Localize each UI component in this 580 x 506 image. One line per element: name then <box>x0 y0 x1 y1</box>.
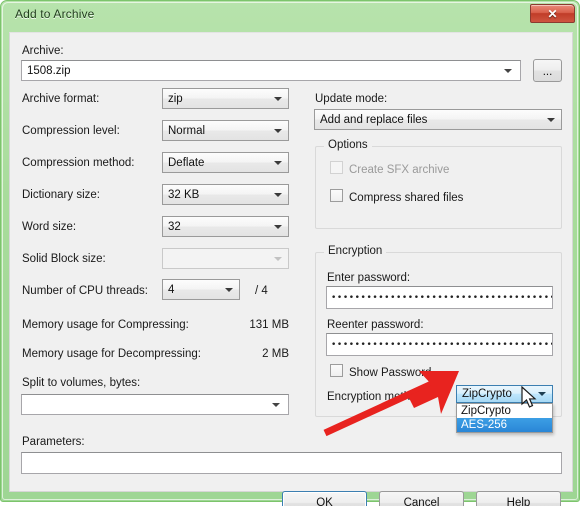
dropdown-option-aes256[interactable]: AES-256 <box>457 418 552 432</box>
compression-method-combo[interactable]: Deflate <box>162 152 289 173</box>
compression-level-value: Normal <box>168 124 206 137</box>
show-password-checkbox[interactable] <box>330 364 343 377</box>
compress-shared-label: Compress shared files <box>349 192 464 204</box>
chevron-down-icon <box>225 287 233 292</box>
options-group-title: Options <box>324 139 372 151</box>
memory-decompress-label: Memory usage for Decompressing: <box>22 348 201 360</box>
chevron-down-icon <box>274 224 282 229</box>
close-button[interactable]: ✕ <box>530 4 575 23</box>
word-size-combo[interactable]: 32 <box>162 216 289 237</box>
compress-shared-checkbox[interactable] <box>330 189 343 202</box>
create-sfx-checkbox <box>330 161 343 174</box>
memory-decompress-value: 2 MB <box>262 348 289 360</box>
screenshot-root: Add to Archive ✕ Archive: 1508.zip ... A… <box>0 0 580 506</box>
dictionary-size-value: 32 KB <box>168 188 200 201</box>
split-volumes-combo[interactable] <box>21 394 289 415</box>
chevron-down-icon <box>272 402 280 407</box>
reenter-password-input[interactable]: ••••••••••••••••••••••••••••••••••••••••… <box>326 333 553 356</box>
archive-path-combo[interactable]: 1508.zip <box>21 60 521 81</box>
dictionary-size-label: Dictionary size: <box>22 189 100 201</box>
encryption-method-value: ZipCrypto <box>462 388 512 400</box>
update-mode-value: Add and replace files <box>320 113 428 126</box>
chevron-down-icon <box>274 256 282 261</box>
close-icon: ✕ <box>547 6 558 21</box>
archive-format-value: zip <box>168 92 183 105</box>
word-size-value: 32 <box>168 220 181 233</box>
chevron-down-icon <box>274 128 282 133</box>
title-bar: Add to Archive ✕ <box>1 1 580 29</box>
dropdown-option-zipcrypto[interactable]: ZipCrypto <box>457 404 552 418</box>
cpu-threads-label: Number of CPU threads: <box>22 285 148 297</box>
archive-format-combo[interactable]: zip <box>162 88 289 109</box>
compression-level-label: Compression level: <box>22 125 120 137</box>
archive-format-label: Archive format: <box>22 93 100 105</box>
split-volumes-value <box>27 395 268 414</box>
archive-label: Archive: <box>22 45 64 57</box>
parameters-input[interactable] <box>21 452 562 474</box>
help-button[interactable]: Help <box>476 491 561 506</box>
cancel-button[interactable]: Cancel <box>379 491 464 506</box>
enter-password-input[interactable]: ••••••••••••••••••••••••••••••••••••••••… <box>326 286 553 309</box>
solid-block-size-value <box>168 249 268 268</box>
reenter-password-label: Reenter password: <box>327 319 424 331</box>
chevron-down-icon <box>504 68 512 73</box>
ok-button[interactable]: OK <box>282 491 367 506</box>
chevron-down-icon <box>274 160 282 165</box>
show-password-label: Show Password <box>349 367 432 379</box>
compression-method-value: Deflate <box>168 156 205 169</box>
encryption-method-dropdown[interactable]: ZipCrypto AES-256 <box>456 403 553 433</box>
compression-level-combo[interactable]: Normal <box>162 120 289 141</box>
update-mode-combo[interactable]: Add and replace files <box>314 109 562 130</box>
chevron-down-icon <box>274 96 282 101</box>
create-sfx-label: Create SFX archive <box>349 164 450 176</box>
word-size-label: Word size: <box>22 221 77 233</box>
parameters-label: Parameters: <box>22 436 85 448</box>
cpu-threads-value: 4 <box>168 283 175 296</box>
dialog-client-area: Archive: 1508.zip ... Archive format: zi… <box>9 32 573 506</box>
window-title: Add to Archive <box>15 7 95 21</box>
cpu-threads-max: / 4 <box>255 285 268 297</box>
chevron-down-icon <box>538 392 546 396</box>
cpu-threads-combo[interactable]: 4 <box>162 279 240 300</box>
compression-method-label: Compression method: <box>22 157 135 169</box>
encryption-method-combo[interactable]: ZipCrypto <box>456 385 553 403</box>
encryption-method-label: Encryption method: <box>327 391 427 403</box>
enter-password-label: Enter password: <box>327 272 411 284</box>
chevron-down-icon <box>547 117 555 122</box>
options-group <box>315 146 562 229</box>
encryption-group-title: Encryption <box>324 245 387 257</box>
dictionary-size-combo[interactable]: 32 KB <box>162 184 289 205</box>
browse-button[interactable]: ... <box>533 59 562 82</box>
memory-compress-value: 131 MB <box>249 319 289 331</box>
archive-path-value: 1508.zip <box>27 64 71 77</box>
memory-compress-label: Memory usage for Compressing: <box>22 319 189 331</box>
solid-block-size-combo <box>162 248 289 269</box>
chevron-down-icon <box>274 192 282 197</box>
dialog-window: Add to Archive ✕ Archive: 1508.zip ... A… <box>0 0 580 506</box>
update-mode-label: Update mode: <box>315 93 388 105</box>
solid-block-size-label: Solid Block size: <box>22 253 106 265</box>
split-volumes-label: Split to volumes, bytes: <box>22 377 141 389</box>
